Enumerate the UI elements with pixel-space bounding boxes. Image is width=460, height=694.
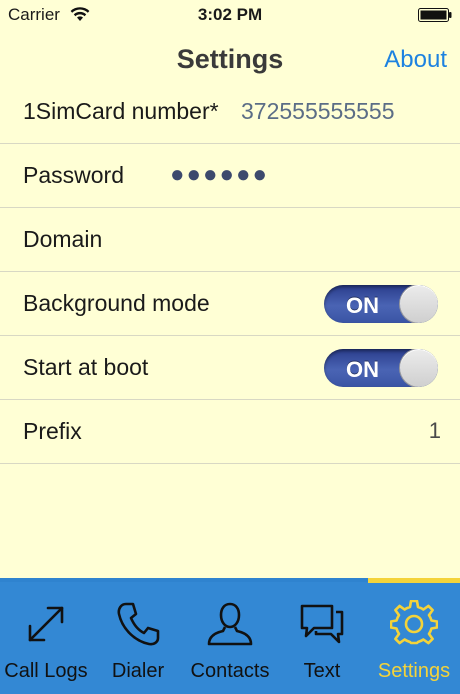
settings-row-start-at-boot: Start at boot ON <box>0 336 460 400</box>
sim-number-field[interactable]: 372555555555 <box>241 98 395 125</box>
background-mode-label: Background mode <box>23 290 210 316</box>
settings-row-background-mode: Background mode ON <box>0 272 460 336</box>
password-field[interactable]: ●●●●●● <box>170 161 269 189</box>
settings-row-domain[interactable]: Domain <box>0 208 460 272</box>
tab-text[interactable]: Text <box>276 582 368 690</box>
chat-icon <box>300 604 344 644</box>
settings-row-password[interactable]: Password ●●●●●● <box>0 144 460 208</box>
settings-row-prefix[interactable]: Prefix 1 <box>0 400 460 464</box>
call-logs-icon <box>28 606 64 642</box>
status-time: 3:02 PM <box>197 5 263 24</box>
start-at-boot-label: Start at boot <box>23 354 149 380</box>
background-mode-toggle[interactable]: ON <box>324 285 438 323</box>
toggle-knob <box>400 349 438 387</box>
settings-row-sim-number[interactable]: 1SimCard number* 372555555555 <box>0 80 460 144</box>
sim-number-label: 1SimCard number* <box>23 98 219 124</box>
tab-bar: Call Logs Dialer Contacts Text Settings <box>0 578 460 694</box>
about-button[interactable]: About <box>384 46 447 74</box>
tab-call-logs[interactable]: Call Logs <box>0 582 92 690</box>
tab-contacts[interactable]: Contacts <box>184 582 276 690</box>
settings-list: 1SimCard number* 372555555555 Password ●… <box>0 80 460 464</box>
gear-icon <box>390 600 438 645</box>
toggle-knob <box>400 285 438 323</box>
prefix-value[interactable]: 1 <box>429 418 441 444</box>
background-mode-toggle-text: ON <box>346 293 379 318</box>
start-at-boot-toggle[interactable]: ON <box>324 349 438 387</box>
tab-label: Settings <box>377 660 451 682</box>
domain-label: Domain <box>23 226 103 252</box>
tab-settings[interactable]: Settings <box>368 582 460 690</box>
start-at-boot-toggle-text: ON <box>346 357 379 382</box>
battery-icon <box>418 8 452 22</box>
prefix-label: Prefix <box>23 418 82 444</box>
password-label: Password <box>23 162 124 188</box>
contacts-icon <box>207 602 253 646</box>
status-bar: Carrier 3:02 PM <box>0 0 460 30</box>
tab-dialer[interactable]: Dialer <box>92 582 184 690</box>
phone-icon <box>117 602 160 646</box>
